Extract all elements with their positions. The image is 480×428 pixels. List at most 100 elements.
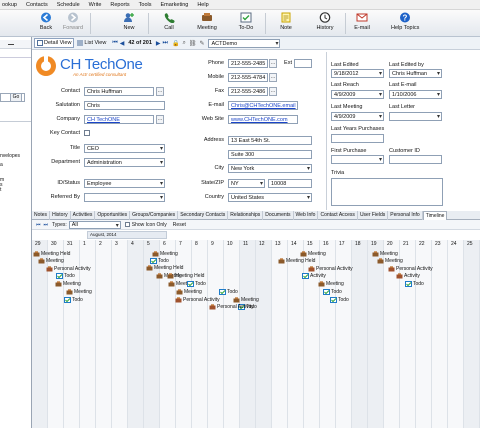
left-panel-text[interactable]: a — [0, 162, 3, 168]
timeline-activity[interactable]: Personal Activity — [308, 266, 353, 272]
timeline-activity[interactable]: Meeting Held — [33, 251, 70, 257]
reset-button[interactable]: Reset — [173, 222, 186, 228]
timeline-activity[interactable]: Personal Activity — [175, 297, 220, 303]
menu-item[interactable]: Write — [89, 2, 102, 8]
mobile-field[interactable]: 212-555-4784 — [228, 73, 268, 82]
ext-field[interactable] — [294, 59, 312, 68]
website-field[interactable]: www.CHTechONE.com — [228, 115, 298, 124]
timeline-activity[interactable]: Meeting Held — [167, 273, 204, 279]
timeline-activity[interactable]: Todo — [405, 281, 424, 287]
timeline-activity[interactable]: Personal Activity — [46, 266, 91, 272]
search-icon[interactable]: ⌕ — [182, 40, 185, 47]
tab-user-fields[interactable]: User Fields — [358, 211, 389, 220]
last-reach-field[interactable]: 4/9/2009 — [331, 90, 384, 99]
last-edited-by-field[interactable]: Chris Huffman — [389, 69, 442, 78]
timeline-back-icon[interactable]: ⏮ — [36, 222, 41, 228]
menu-item[interactable]: Emarketing — [161, 2, 189, 8]
menu-item[interactable]: Tools — [139, 2, 152, 8]
tab-web-info[interactable]: Web Info — [294, 211, 319, 220]
country-dropdown[interactable]: United States — [228, 193, 312, 202]
timeline-activity[interactable]: Personal Activity — [388, 266, 433, 272]
timeline-activity[interactable]: Meeting — [372, 251, 398, 257]
title-dropdown[interactable]: CEO — [84, 144, 165, 153]
mobile-ellipsis-button[interactable]: … — [269, 73, 277, 82]
timeline-activity[interactable]: Todo — [150, 258, 169, 264]
department-dropdown[interactable]: Administration — [84, 158, 165, 167]
timeline-activity[interactable]: Meeting Held — [146, 265, 183, 271]
phone-field[interactable]: 212-555-2485 — [228, 59, 268, 68]
tab-opportunities[interactable]: Opportunities — [95, 211, 131, 220]
meeting-button[interactable]: Meeting — [195, 11, 219, 36]
timeline-activity[interactable]: Meeting — [176, 289, 202, 295]
last-record-icon[interactable]: ⏭ — [163, 40, 168, 47]
tab-timeline[interactable]: Timeline — [422, 211, 448, 220]
zip-field[interactable]: 10008 — [268, 179, 312, 188]
next-record-icon[interactable]: ▶ — [156, 40, 161, 47]
menu-item[interactable]: Reports — [110, 2, 129, 8]
email-field[interactable]: Chris@CHTechONE.email — [228, 101, 298, 110]
last-email-field[interactable]: 1/10/2006 — [389, 90, 442, 99]
tab-personal-info[interactable]: Personal Info — [388, 211, 423, 220]
referred-by-dropdown[interactable] — [84, 193, 165, 202]
city-dropdown[interactable]: New York — [228, 164, 312, 173]
left-panel-text[interactable]: nvelopes — [0, 153, 20, 159]
timeline-activity[interactable]: Meeting — [300, 251, 326, 257]
first-purchase-field[interactable] — [331, 155, 384, 164]
attach-icon[interactable]: ✎ — [199, 40, 204, 47]
tab-documents[interactable]: Documents — [263, 211, 294, 220]
address-line1-field[interactable]: 13 East 54th St. — [228, 136, 312, 145]
note-button[interactable]: Note — [278, 11, 294, 36]
previous-record-icon[interactable]: ◀ — [120, 40, 125, 47]
salutation-field[interactable]: Chris — [84, 101, 165, 110]
timeline-activity[interactable]: Todo — [187, 281, 206, 287]
back-button[interactable]: Back — [36, 11, 56, 36]
tab-history[interactable]: History — [50, 211, 71, 220]
state-dropdown[interactable]: NY — [228, 179, 265, 188]
lock-icon[interactable]: 🔒 — [172, 40, 179, 47]
timeline-activity[interactable]: Personal Activity — [209, 304, 254, 310]
link-icon[interactable]: ⛓ — [189, 40, 197, 47]
todo-button[interactable]: To-Do — [236, 11, 256, 36]
menu-item[interactable]: ookup — [2, 2, 17, 8]
timeline-activity[interactable]: Todo — [330, 297, 349, 303]
timeline-activity[interactable]: Activity — [396, 273, 420, 279]
menu-item[interactable]: Contacts — [26, 2, 48, 8]
last-meeting-field[interactable]: 4/9/2009 — [331, 112, 384, 121]
timeline-forward-icon[interactable]: ⏭ — [44, 222, 49, 228]
id-status-dropdown[interactable]: Employee — [84, 179, 165, 188]
contact-field[interactable]: Chris Huffman — [84, 87, 154, 96]
database-selector[interactable]: ACTDemo — [208, 38, 281, 48]
left-panel-text[interactable]: t — [0, 187, 1, 193]
last-edited-field[interactable]: 9/18/2012 — [331, 69, 384, 78]
key-contact-checkbox[interactable] — [84, 130, 90, 136]
go-button[interactable]: Go — [10, 93, 22, 102]
timeline-activity[interactable]: Todo — [323, 289, 342, 295]
timeline-activity[interactable]: Todo — [64, 297, 83, 303]
timeline-activity[interactable]: Meeting — [152, 251, 178, 257]
timeline-activity[interactable]: Meeting — [55, 281, 81, 287]
show-icon-only-checkbox[interactable] — [124, 222, 130, 227]
first-record-icon[interactable]: ⏮ — [112, 40, 117, 47]
help-topics-button[interactable]: ? Help Topics — [391, 11, 419, 36]
address-line2-field[interactable]: Suite 300 — [228, 150, 312, 159]
timeline-activity[interactable]: Meeting Held — [278, 258, 315, 264]
fax-ellipsis-button[interactable]: … — [269, 87, 277, 96]
customer-id-field[interactable] — [389, 155, 442, 164]
timeline-activity[interactable]: Meeting — [318, 281, 344, 287]
forward-button[interactable]: Forward — [60, 11, 86, 36]
email-button[interactable]: E-mail — [351, 11, 373, 36]
history-button[interactable]: History — [313, 11, 337, 36]
timeline-activity[interactable]: Meeting — [233, 297, 259, 303]
fax-field[interactable]: 212-555-2486 — [228, 87, 268, 96]
menu-item[interactable]: Schedule — [57, 2, 80, 8]
tab-relationships[interactable]: Relationships — [228, 211, 264, 220]
company-ellipsis-button[interactable]: … — [156, 115, 164, 124]
last-letter-field[interactable] — [389, 112, 442, 121]
timeline-activity[interactable]: Meeting — [66, 289, 92, 295]
tab-contact-access[interactable]: Contact Access — [318, 211, 358, 220]
company-field[interactable]: CH TechONE — [84, 115, 154, 124]
tab-notes[interactable]: Notes — [32, 211, 51, 220]
trivia-field[interactable] — [331, 178, 443, 206]
menu-item[interactable]: Help — [197, 2, 208, 8]
types-dropdown[interactable]: All — [68, 220, 121, 229]
